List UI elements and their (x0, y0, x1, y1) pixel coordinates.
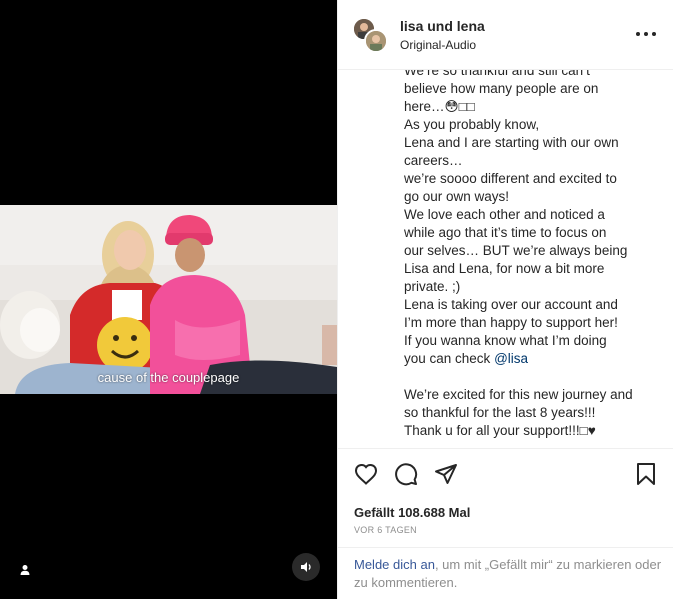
video-player[interactable] (0, 205, 337, 394)
caption-scroll-area[interactable]: We’re so thankful and still can’t believ… (338, 56, 673, 448)
audio-link[interactable]: Original-Audio (400, 38, 476, 52)
share-button[interactable] (432, 460, 460, 488)
username-link[interactable]: lisa und lena (400, 18, 485, 34)
caption-check-prefix: you can check (404, 351, 495, 366)
divider (338, 448, 673, 449)
mention-link[interactable]: @lisa (494, 351, 528, 366)
more-options-icon[interactable] (636, 26, 656, 42)
like-count[interactable]: Gefällt 108.688 Mal (354, 505, 470, 520)
avatar-lena (364, 29, 388, 53)
paper-plane-icon (435, 464, 457, 484)
action-bar (338, 460, 673, 492)
comment-button[interactable] (392, 460, 420, 488)
mute-button[interactable] (292, 553, 320, 581)
login-link[interactable]: Melde dich an (354, 557, 435, 572)
video-subtitle: cause of the couplepage (97, 370, 240, 385)
like-button[interactable] (352, 460, 380, 488)
avatar[interactable] (352, 17, 388, 53)
post-header: lisa und lena Original-Audio (338, 0, 673, 70)
divider (338, 547, 673, 548)
caption-closing: We’re excited for this new journey and s… (404, 387, 633, 438)
speaker-icon (301, 562, 311, 572)
post-timestamp[interactable]: VOR 6 TAGEN (354, 525, 417, 535)
user-icon (20, 565, 30, 575)
post-caption: We’re so thankful and still can’t believ… (404, 62, 666, 440)
heart-icon (354, 463, 378, 485)
video-frame-image (0, 205, 337, 394)
bookmark-icon (637, 463, 655, 485)
media-pane[interactable]: cause of the couplepage (0, 0, 337, 599)
user-tag-button[interactable] (12, 557, 38, 583)
login-prompt: Melde dich an, um mit „Gefällt mir“ zu m… (354, 556, 664, 592)
save-button[interactable] (632, 460, 660, 488)
caption-body: We’re so thankful and still can’t believ… (404, 63, 628, 348)
comment-icon (395, 463, 418, 486)
post-panel: lisa und lena Original-Audio We’re so th… (337, 0, 673, 599)
